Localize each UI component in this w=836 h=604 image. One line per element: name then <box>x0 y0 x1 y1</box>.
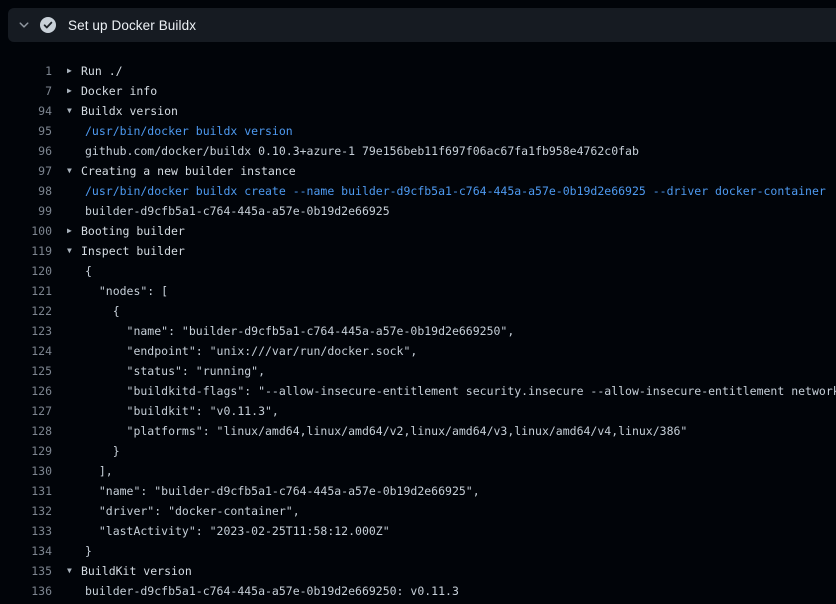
log-line-text: "platforms": "linux/amd64,linux/amd64/v2… <box>85 421 687 441</box>
log-line-text: Booting builder <box>81 221 185 241</box>
line-number[interactable]: 133 <box>8 521 52 541</box>
log-row: 99 builder-d9cfb5a1-c764-445a-a57e-0b19d… <box>0 201 836 221</box>
log-row: 7 ▶ Docker info <box>0 81 836 101</box>
line-number[interactable]: 136 <box>8 581 52 601</box>
chevron-right-icon[interactable]: ▶ <box>67 61 80 81</box>
log-row: 133 "lastActivity": "2023-02-25T11:58:12… <box>0 521 836 541</box>
log-row: 120 { <box>0 261 836 281</box>
line-number[interactable]: 130 <box>8 461 52 481</box>
log-line-text: "nodes": [ <box>85 281 168 301</box>
line-number[interactable]: 98 <box>8 181 52 201</box>
line-number[interactable]: 7 <box>8 81 52 101</box>
line-number[interactable]: 119 <box>8 241 52 261</box>
line-number[interactable]: 126 <box>8 381 52 401</box>
line-number[interactable]: 127 <box>8 401 52 421</box>
log-line-text: "buildkit": "v0.11.3", <box>85 401 279 421</box>
log-line-text: "buildkitd-flags": "--allow-insecure-ent… <box>85 381 836 401</box>
line-number[interactable]: 121 <box>8 281 52 301</box>
log-line-text: ], <box>85 461 113 481</box>
line-number[interactable]: 123 <box>8 321 52 341</box>
line-number[interactable]: 122 <box>8 301 52 321</box>
log-row: 125 "status": "running", <box>0 361 836 381</box>
log-row: 98 /usr/bin/docker buildx create --name … <box>0 181 836 201</box>
log-row: 94 ▼ Buildx version <box>0 101 836 121</box>
log-row: 1 ▶ Run ./ <box>0 61 836 81</box>
chevron-down-icon[interactable]: ▼ <box>67 241 80 261</box>
log-line-text: github.com/docker/buildx 0.10.3+azure-1 … <box>85 141 639 161</box>
chevron-down-icon[interactable]: ▼ <box>67 161 80 181</box>
line-number[interactable]: 1 <box>8 61 52 81</box>
log-line-text: builder-d9cfb5a1-c764-445a-a57e-0b19d2e6… <box>85 201 390 221</box>
log-line-text: Run ./ <box>81 61 123 81</box>
step-title: Set up Docker Buildx <box>68 18 196 33</box>
log-row: 121 "nodes": [ <box>0 281 836 301</box>
log-row: 123 "name": "builder-d9cfb5a1-c764-445a-… <box>0 321 836 341</box>
line-number[interactable]: 131 <box>8 481 52 501</box>
log-row: 126 "buildkitd-flags": "--allow-insecure… <box>0 381 836 401</box>
log-line-text: } <box>85 541 92 561</box>
log-line-text: Creating a new builder instance <box>81 161 296 181</box>
log-row: 95 /usr/bin/docker buildx version <box>0 121 836 141</box>
line-number[interactable]: 99 <box>8 201 52 221</box>
log-row: 124 "endpoint": "unix:///var/run/docker.… <box>0 341 836 361</box>
log-row: 128 "platforms": "linux/amd64,linux/amd6… <box>0 421 836 441</box>
chevron-right-icon[interactable]: ▶ <box>67 81 80 101</box>
line-number[interactable]: 134 <box>8 541 52 561</box>
line-number[interactable]: 100 <box>8 221 52 241</box>
chevron-down-icon[interactable]: ▼ <box>67 561 80 581</box>
line-number[interactable]: 135 <box>8 561 52 581</box>
log-viewer: Set up Docker Buildx 1 ▶ Run ./ 7 ▶ Dock… <box>0 0 836 604</box>
log-line-text: { <box>85 261 92 281</box>
log-line-text: "endpoint": "unix:///var/run/docker.sock… <box>85 341 417 361</box>
log-line-text: Buildx version <box>81 101 178 121</box>
line-number[interactable]: 128 <box>8 421 52 441</box>
log-line-text: } <box>85 441 120 461</box>
log-row: 129 } <box>0 441 836 461</box>
line-number[interactable]: 129 <box>8 441 52 461</box>
line-number[interactable]: 94 <box>8 101 52 121</box>
log-line-text: "status": "running", <box>85 361 265 381</box>
log-row: 122 { <box>0 301 836 321</box>
log-line-text: Docker info <box>81 81 157 101</box>
step-header[interactable]: Set up Docker Buildx <box>8 8 836 42</box>
line-number[interactable]: 124 <box>8 341 52 361</box>
line-number[interactable]: 120 <box>8 261 52 281</box>
log-line-text: "driver": "docker-container", <box>85 501 300 521</box>
log-line-text: Inspect builder <box>81 241 185 261</box>
log-row: 134 } <box>0 541 836 561</box>
line-number[interactable]: 95 <box>8 121 52 141</box>
log-row: 100 ▶ Booting builder <box>0 221 836 241</box>
check-circle-icon <box>40 17 56 33</box>
log-row: 131 "name": "builder-d9cfb5a1-c764-445a-… <box>0 481 836 501</box>
line-number[interactable]: 97 <box>8 161 52 181</box>
log-line-text: { <box>85 301 120 321</box>
log-line-text: BuildKit version <box>81 561 192 581</box>
log-row: 119 ▼ Inspect builder <box>0 241 836 261</box>
line-number[interactable]: 125 <box>8 361 52 381</box>
log-row: 132 "driver": "docker-container", <box>0 501 836 521</box>
chevron-down-icon[interactable]: ▼ <box>67 101 80 121</box>
log-row: 127 "buildkit": "v0.11.3", <box>0 401 836 421</box>
log-lines[interactable]: 1 ▶ Run ./ 7 ▶ Docker info 94 ▼ Buildx v… <box>0 42 836 604</box>
log-line-text: /usr/bin/docker buildx create --name bui… <box>85 181 826 201</box>
log-row: 96 github.com/docker/buildx 0.10.3+azure… <box>0 141 836 161</box>
chevron-down-icon[interactable] <box>18 19 30 31</box>
log-line-text: builder-d9cfb5a1-c764-445a-a57e-0b19d2e6… <box>85 581 459 601</box>
log-row: 97 ▼ Creating a new builder instance <box>0 161 836 181</box>
log-row: 130 ], <box>0 461 836 481</box>
chevron-right-icon[interactable]: ▶ <box>67 221 80 241</box>
log-line-text: "lastActivity": "2023-02-25T11:58:12.000… <box>85 521 390 541</box>
log-row: 135 ▼ BuildKit version <box>0 561 836 581</box>
log-row: 136 builder-d9cfb5a1-c764-445a-a57e-0b19… <box>0 581 836 601</box>
log-line-text: /usr/bin/docker buildx version <box>85 121 293 141</box>
line-number[interactable]: 132 <box>8 501 52 521</box>
line-number[interactable]: 96 <box>8 141 52 161</box>
log-line-text: "name": "builder-d9cfb5a1-c764-445a-a57e… <box>85 321 514 341</box>
log-line-text: "name": "builder-d9cfb5a1-c764-445a-a57e… <box>85 481 480 501</box>
